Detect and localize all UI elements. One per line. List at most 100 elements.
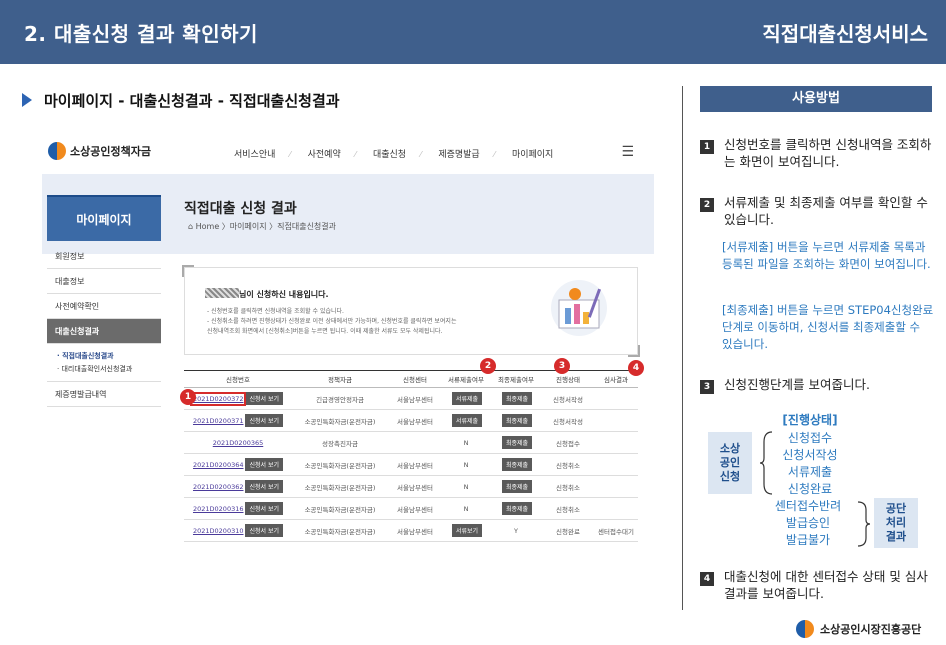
view-application-button[interactable]: 신청서 보기 [245, 524, 283, 537]
cell-final: Y [490, 519, 542, 542]
site-logo[interactable]: 소상공인정책자금 [48, 142, 151, 160]
table-row: 2021D0200372 신청서 보기 긴급경영안정자금 서울남부센터 서류제출 최종제출… [184, 387, 638, 410]
divider [682, 86, 683, 610]
cell-fund: 소공인특화자금(운전자금) [292, 519, 388, 542]
sidebar-item-member[interactable]: 회원정보 [47, 244, 161, 269]
cell-doc-text: N [463, 482, 469, 491]
cell-fund: 소공인특화자금(운전자금) [292, 409, 388, 432]
callout-badge-3: 3 [554, 358, 570, 374]
view-application-button[interactable]: 신청서 보기 [245, 414, 283, 427]
flow-step: 신청완료 [787, 482, 833, 496]
cell-status-text: 신청취소 [556, 483, 580, 492]
sidebar-sub-direct[interactable]: · 직접대출신청결과 [47, 350, 161, 363]
logo-icon [48, 142, 66, 160]
cell-result [594, 497, 638, 520]
cell-fund-text: 소공인특화자금(운전자금) [304, 527, 376, 536]
sidebar-item-reservation[interactable]: 사전예약확인 [47, 294, 161, 319]
info-heading: 님이 신청하신 내용입니다. [205, 288, 329, 300]
cell-final-text: Y [514, 526, 518, 535]
view-application-button[interactable]: 신청서 보기 [245, 502, 283, 515]
cell-center: 서울남부센터 [388, 519, 442, 542]
view-application-button[interactable]: 신청서 보기 [245, 392, 283, 405]
application-number-link[interactable]: 2021D0200362 [193, 483, 244, 491]
table-body: 2021D0200372 신청서 보기 긴급경영안정자금 서울남부센터 서류제출 최종제출… [184, 387, 638, 542]
flow-applicant: 소상 공인 신청 [708, 432, 752, 494]
cell-status-text: 신청서작성 [553, 395, 583, 404]
cell-result [594, 431, 638, 454]
cell-final: 최종제출 [490, 475, 542, 498]
application-number-link[interactable]: 2021D0200310 [193, 527, 244, 535]
cell-doc: N [442, 453, 490, 476]
site-nav: 소상공인정책자금 서비스안내 ⁄ 사전예약 ⁄ 대출신청 ⁄ 제증명발급 ⁄ 마이페이지… [42, 132, 654, 174]
application-number-link[interactable]: 2021D0200372 [190, 392, 247, 406]
document-submit-button[interactable]: 서류제출 [451, 414, 483, 427]
sidebar-item-loaninfo[interactable]: 대출정보 [47, 269, 161, 294]
section-title-text: 마이페이지 - 대출신청결과 - 직접대출신청결과 [44, 92, 340, 110]
document-submit-button[interactable]: 서류제출 [451, 392, 483, 405]
flow-list-2: 센터접수반려발급승인발급불가 [756, 498, 860, 549]
step-number: 1 [700, 140, 714, 154]
flow-title: [진행상태] [782, 413, 838, 427]
hamburger-icon[interactable]: ☰ [621, 144, 634, 160]
final-submit-button[interactable]: 최종제출 [501, 502, 533, 515]
corner-bracket [628, 345, 640, 357]
menu-item-service[interactable]: 서비스안내 [234, 150, 275, 160]
table-header-row: 신청번호 정책자금 신청센터 서류제출여부 최종제출여부 진행상태 심사결과 [184, 370, 638, 388]
application-number-link[interactable]: 2021D0200365 [213, 439, 264, 447]
flow-result: 공단 처리 결과 [874, 498, 918, 548]
table-row: 2021D0200371 신청서 보기 소공인특화자금(운전자금) 서울남부센터 서류제… [184, 409, 638, 432]
final-submit-button[interactable]: 최종제출 [501, 392, 533, 405]
col-header: 신청번호 [184, 370, 292, 388]
final-submit-button[interactable]: 최종제출 [501, 480, 533, 493]
view-application-button[interactable]: 신청서 보기 [245, 458, 283, 471]
cell-center-text: 서울남부센터 [397, 527, 433, 536]
cell-status: 신청취소 [542, 475, 594, 498]
flow-result-step: 센터접수반려 [774, 499, 842, 513]
guide-step-3: 3 신청진행단계를 보여줍니다. [700, 376, 932, 394]
document-submit-button[interactable]: 서류보기 [451, 524, 483, 537]
info-line: 신청내역조회 화면에서 [신청취소]버튼을 누르면 됩니다. 이때 제출한 서류… [207, 328, 443, 335]
cell-status: 신청접수 [542, 431, 594, 454]
flow-list-1: 신청접수 신청서작성 서류제출 신청완료 [770, 430, 850, 498]
content-title: 직접대출 신청 결과 [184, 201, 297, 217]
menu-item-cert[interactable]: 제증명발급 [438, 150, 479, 160]
cell-app-no: 2021D0200364 신청서 보기 [184, 453, 292, 476]
sidebar-sub-proxy[interactable]: · 대리대출확인서신청결과 [47, 363, 161, 376]
final-submit-button[interactable]: 최종제출 [501, 436, 533, 449]
documents-illustration-icon [551, 280, 607, 336]
cell-final: 최종제출 [490, 431, 542, 454]
final-submit-button[interactable]: 최종제출 [501, 414, 533, 427]
sidebar-item-result[interactable]: 대출신청결과 [47, 319, 161, 344]
service-title: 직접대출신청서비스 [762, 22, 928, 46]
cell-app-no: 2021D0200310 신청서 보기 [184, 519, 292, 542]
right-brace-icon [857, 501, 870, 547]
application-number-link[interactable]: 2021D0200371 [193, 417, 244, 425]
flow-result-step: 발급승인 [785, 516, 831, 530]
view-application-button[interactable]: 신청서 보기 [245, 480, 283, 493]
cell-final: 최종제출 [490, 453, 542, 476]
result-table: 신청번호 정책자금 신청센터 서류제출여부 최종제출여부 진행상태 심사결과 2… [184, 370, 638, 542]
application-number-link[interactable]: 2021D0200364 [193, 461, 244, 469]
breadcrumb: ⌂ Home 〉마이페이지 〉직접대출신청결과 [188, 222, 337, 231]
flow-result-step: 발급불가 [785, 533, 831, 547]
sidebar-item-certificates[interactable]: 제증명발급내역 [47, 382, 161, 407]
cell-fund: 성장촉진자금 [292, 431, 388, 454]
cell-center [388, 431, 442, 454]
menu-item-mypage[interactable]: 마이페이지 [512, 150, 553, 160]
cell-center-text: 서울남부센터 [397, 395, 433, 404]
cell-fund-text: 소공인특화자금(운전자금) [304, 417, 376, 426]
menu-item-loan[interactable]: 대출신청 [373, 150, 406, 160]
cell-app-no: 2021D0200316 신청서 보기 [184, 497, 292, 520]
application-number-link[interactable]: 2021D0200316 [193, 505, 244, 513]
final-submit-button[interactable]: 최종제출 [501, 458, 533, 471]
cell-fund: 소공인특화자금(운전자금) [292, 475, 388, 498]
cell-status-text: 신청취소 [556, 461, 580, 470]
cell-result [594, 453, 638, 476]
info-line: - 신청취소를 하려면 진행상태가 신청완료 이전 상태에서만 가능하며, 신청… [207, 318, 457, 325]
cell-center: 서울남부센터 [388, 453, 442, 476]
org-logo-icon [796, 620, 814, 638]
table-row: 2021D0200362 신청서 보기 소공인특화자금(운전자금) 서울남부센터 N 최종… [184, 475, 638, 498]
cell-app-no: 2021D0200362 신청서 보기 [184, 475, 292, 498]
callout-badge-2: 2 [480, 358, 496, 374]
menu-item-reserve[interactable]: 사전예약 [308, 150, 341, 160]
